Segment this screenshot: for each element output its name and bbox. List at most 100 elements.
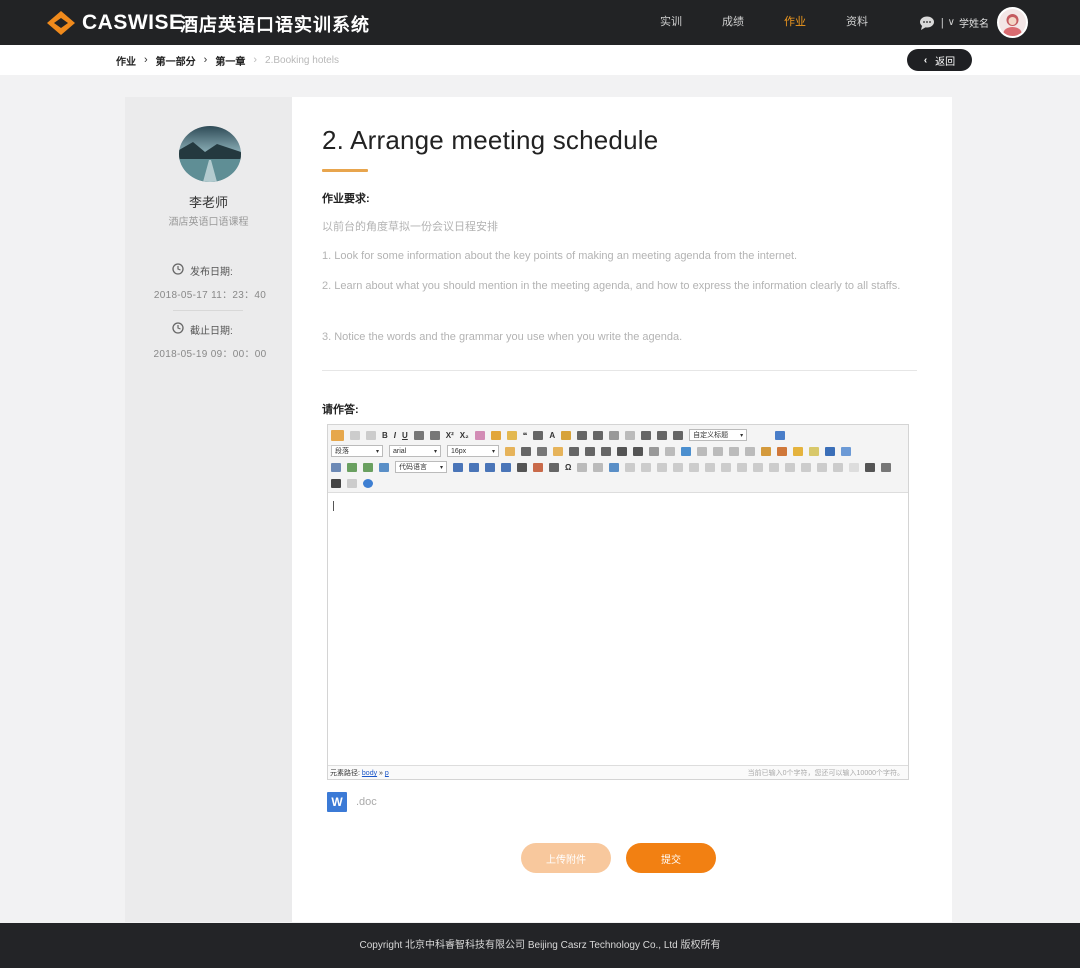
delete-table-icon[interactable] bbox=[721, 462, 732, 472]
undo-icon[interactable] bbox=[350, 430, 360, 440]
image-float-none-icon[interactable] bbox=[697, 446, 707, 456]
special-chars-icon[interactable]: Ω bbox=[565, 463, 571, 472]
submit-button[interactable]: 提交 bbox=[626, 843, 716, 873]
font-size-select[interactable]: 16px ▾ bbox=[447, 445, 499, 457]
message-icon[interactable] bbox=[919, 16, 935, 30]
path-body-link[interactable]: body bbox=[362, 770, 377, 777]
background-icon[interactable] bbox=[469, 462, 479, 472]
table-icon[interactable] bbox=[609, 462, 620, 472]
split-row-icon[interactable] bbox=[785, 462, 796, 472]
nav-item-homework[interactable]: 作业 bbox=[764, 0, 826, 45]
gmap-icon[interactable] bbox=[363, 462, 373, 472]
unordered-list-icon[interactable] bbox=[593, 430, 604, 440]
insert-table-icon[interactable] bbox=[593, 462, 604, 472]
emotion-icon[interactable] bbox=[793, 446, 803, 456]
indent-icon[interactable] bbox=[537, 446, 547, 456]
chevron-down-icon[interactable]: ∨ bbox=[948, 17, 955, 28]
breadcrumb-homework[interactable]: 作业 bbox=[116, 53, 136, 68]
nav-item-grades[interactable]: 成绩 bbox=[702, 0, 764, 45]
paragraph-format-icon[interactable] bbox=[657, 430, 668, 440]
preview-icon[interactable] bbox=[881, 462, 892, 472]
subscript-icon[interactable]: X₂ bbox=[460, 431, 469, 440]
title-row-icon[interactable] bbox=[849, 462, 860, 472]
anchor-icon[interactable] bbox=[681, 446, 691, 456]
attachment-item[interactable]: W .doc bbox=[327, 792, 377, 812]
insert-row-icon[interactable] bbox=[625, 462, 636, 472]
code-language-select[interactable]: 代码语言 ▾ bbox=[395, 461, 447, 473]
insert-col-icon[interactable] bbox=[641, 462, 652, 472]
sort-icon[interactable] bbox=[817, 462, 828, 472]
caption-icon[interactable] bbox=[833, 462, 844, 472]
direction-ltr-icon[interactable] bbox=[505, 446, 515, 456]
upload-attachment-button[interactable]: 上传附件 bbox=[521, 843, 611, 873]
path-p-link[interactable]: p bbox=[385, 770, 389, 777]
search-icon[interactable] bbox=[331, 478, 341, 488]
scrawl-icon[interactable] bbox=[809, 446, 819, 456]
attachment-icon[interactable] bbox=[331, 462, 341, 472]
underline-icon[interactable]: U bbox=[402, 431, 408, 440]
search-replace-icon[interactable] bbox=[577, 462, 588, 472]
redo-icon[interactable] bbox=[366, 430, 376, 440]
split-col-icon[interactable] bbox=[801, 462, 812, 472]
format-clear-icon[interactable] bbox=[474, 430, 485, 440]
editor-content-area[interactable] bbox=[328, 493, 908, 767]
logo[interactable]: CASWISE bbox=[46, 9, 184, 37]
breadcrumb-chapter-one[interactable]: 第一章 bbox=[215, 53, 245, 68]
auto-format-icon[interactable] bbox=[506, 430, 517, 440]
align-left-icon[interactable] bbox=[553, 446, 563, 456]
font-border-icon[interactable] bbox=[413, 430, 424, 440]
merge-cells-icon[interactable] bbox=[657, 462, 668, 472]
image-right-icon[interactable] bbox=[729, 446, 739, 456]
strikethrough-icon[interactable] bbox=[429, 430, 440, 440]
font-family-select[interactable]: arial ▾ bbox=[389, 445, 441, 457]
back-button[interactable]: ‹ 返回 bbox=[907, 49, 972, 71]
nav-item-training[interactable]: 实训 bbox=[640, 0, 702, 45]
user-name[interactable]: 学姓名 bbox=[959, 15, 989, 30]
image-left-icon[interactable] bbox=[713, 446, 723, 456]
align-right-icon[interactable] bbox=[585, 446, 595, 456]
help-icon[interactable] bbox=[363, 478, 373, 488]
insert-frame-icon[interactable] bbox=[379, 462, 389, 472]
delete-row-icon[interactable] bbox=[689, 462, 700, 472]
template-icon[interactable] bbox=[485, 462, 495, 472]
date-icon[interactable] bbox=[533, 462, 543, 472]
drafts-icon[interactable] bbox=[347, 478, 357, 488]
direction-rtl-icon[interactable] bbox=[521, 446, 531, 456]
breadcrumb-part-one[interactable]: 第一部分 bbox=[156, 53, 196, 68]
blockquote-icon[interactable]: ❝ bbox=[523, 431, 528, 440]
table-props-icon[interactable] bbox=[737, 462, 748, 472]
page-break-icon[interactable] bbox=[453, 462, 463, 472]
align-justify-icon[interactable] bbox=[601, 446, 611, 456]
music-icon[interactable] bbox=[841, 446, 851, 456]
split-cells-icon[interactable] bbox=[673, 462, 684, 472]
format-painter-icon[interactable] bbox=[490, 430, 501, 440]
superscript-icon[interactable]: X² bbox=[446, 431, 454, 440]
chart-icon[interactable] bbox=[769, 462, 780, 472]
unlink-icon[interactable] bbox=[665, 446, 675, 456]
row-spacing-icon[interactable] bbox=[641, 430, 652, 440]
cell-props-icon[interactable] bbox=[753, 462, 764, 472]
select-all-icon[interactable] bbox=[609, 430, 620, 440]
nav-item-materials[interactable]: 资料 bbox=[826, 0, 888, 45]
delete-col-icon[interactable] bbox=[705, 462, 716, 472]
lowercase-icon[interactable] bbox=[633, 446, 643, 456]
clear-doc-icon[interactable] bbox=[625, 430, 636, 440]
user-avatar[interactable] bbox=[997, 7, 1028, 38]
simple-upload-icon[interactable] bbox=[761, 446, 771, 456]
ordered-list-icon[interactable] bbox=[577, 430, 588, 440]
source-code-icon[interactable] bbox=[331, 429, 344, 441]
paragraph-select[interactable]: 段落 ▾ bbox=[331, 445, 383, 457]
print-icon[interactable] bbox=[865, 462, 876, 472]
map-icon[interactable] bbox=[347, 462, 357, 472]
uppercase-icon[interactable] bbox=[617, 446, 627, 456]
link-icon[interactable] bbox=[649, 446, 659, 456]
line-height-icon[interactable] bbox=[673, 430, 684, 440]
custom-title-select[interactable]: 自定义标题 ▾ bbox=[689, 429, 748, 441]
paste-plain-icon[interactable] bbox=[533, 430, 544, 440]
wordimage-icon[interactable] bbox=[501, 462, 511, 472]
align-center-icon[interactable] bbox=[569, 446, 579, 456]
highlight-color-icon[interactable] bbox=[561, 430, 572, 440]
time-icon[interactable] bbox=[549, 462, 559, 472]
insert-video-icon[interactable] bbox=[825, 446, 835, 456]
bold-icon[interactable]: B bbox=[382, 431, 388, 440]
